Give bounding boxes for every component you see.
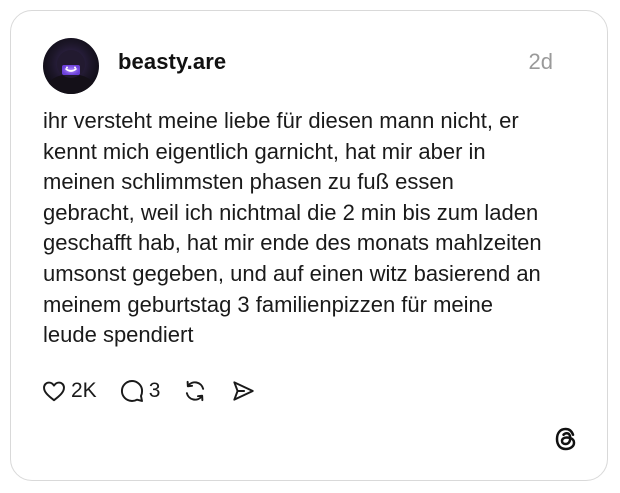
- post-text-line: leude spendiert: [43, 322, 194, 348]
- reply-count: 3: [148, 379, 161, 402]
- post-text-line: gebracht, weil ich nichtmal die 2 min bi…: [43, 199, 539, 225]
- username[interactable]: beasty.are: [118, 49, 226, 75]
- action-bar: 2K 3: [41, 375, 256, 407]
- like-count: 2K: [71, 379, 97, 402]
- post-card[interactable]: beasty.are 2d ihr versteht meine liebe f…: [10, 10, 608, 481]
- share-button[interactable]: [230, 378, 256, 404]
- post-text: ihr versteht meine liebe für diesen mann…: [43, 106, 583, 351]
- repost-icon: [182, 378, 208, 404]
- post-text-line: umsonst gegeben, und auf einen witz basi…: [43, 260, 541, 286]
- post-text-line: kennt mich eigentlich garnicht, hat mir …: [43, 138, 486, 164]
- post-text-line: meinem geburtstag 3 familienpizzen für m…: [43, 291, 494, 317]
- repost-button[interactable]: [182, 378, 208, 404]
- send-icon: [230, 378, 256, 404]
- threads-logo-icon: [551, 424, 581, 454]
- avatar-image: [43, 38, 99, 94]
- post-timestamp: 2d: [528, 49, 553, 74]
- post-text-line: geschafft hab, hat mir ende des monats m…: [43, 230, 542, 256]
- avatar[interactable]: [43, 38, 99, 94]
- like-button[interactable]: 2K: [41, 378, 97, 404]
- reply-button[interactable]: 3: [119, 378, 161, 404]
- post-text-line: meinen schlimmsten phasen zu fuß essen: [43, 169, 454, 195]
- comment-icon: [119, 378, 145, 404]
- post-text-line: ihr versteht meine liebe für diesen mann…: [43, 108, 519, 133]
- heart-icon: [41, 378, 67, 404]
